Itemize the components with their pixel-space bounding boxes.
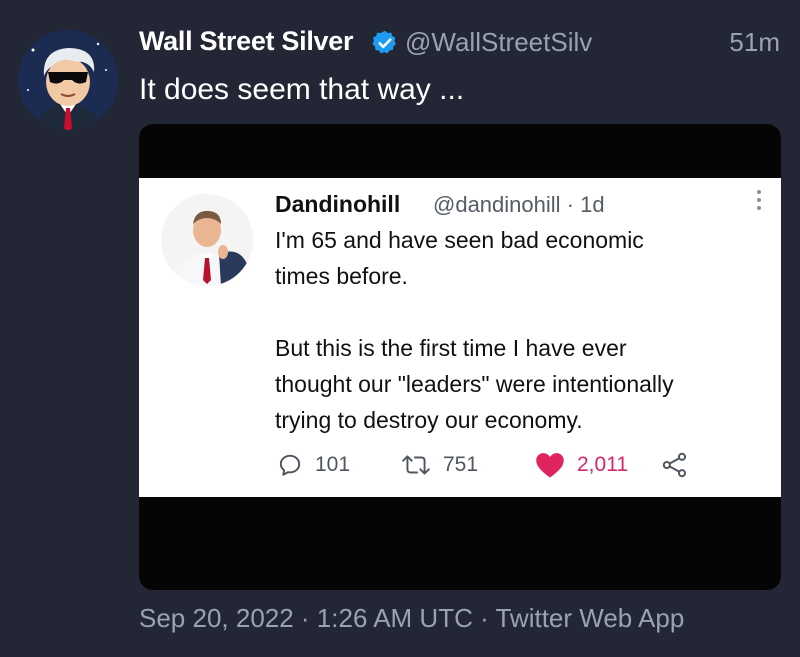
quoted-avatar (161, 194, 253, 286)
quoted-handle-time: @dandinohill · 1d (433, 192, 605, 217)
tweet-date-footer[interactable]: Sep 20, 2022 · 1:26 AM UTC · Twitter Web… (139, 603, 684, 634)
verified-badge-icon (372, 30, 396, 54)
avatar-illustration (18, 30, 118, 130)
like-action: 2,011 (535, 450, 628, 480)
reply-count: 101 (315, 453, 351, 476)
tweet-image[interactable]: Dandinohill @dandinohill · 1d I'm 65 and… (139, 124, 781, 590)
retweet-icon (402, 455, 430, 475)
author-avatar[interactable] (18, 30, 118, 130)
quoted-tweet-screenshot: Dandinohill @dandinohill · 1d I'm 65 and… (139, 178, 781, 497)
quoted-author-name: Dandinohill (275, 191, 401, 217)
quoted-line: times before. (275, 263, 408, 289)
quoted-action-bar: 101 751 2,011 (277, 450, 737, 480)
quoted-line: I'm 65 and have seen bad economic (275, 227, 644, 253)
author-name[interactable]: Wall Street Silver (139, 26, 353, 57)
reply-icon (279, 454, 301, 476)
like-count: 2,011 (577, 453, 628, 476)
tweet-text: It does seem that way ... (139, 73, 465, 106)
heart-icon (536, 453, 564, 478)
tweet-timestamp[interactable]: 51m (729, 27, 780, 58)
quoted-paragraph-2: But this is the first time I have ever t… (275, 330, 674, 438)
share-icon (662, 452, 687, 478)
share-action (661, 450, 689, 480)
quoted-line: trying to destroy our economy. (275, 407, 583, 433)
quoted-line: thought our "leaders" were intentionally (275, 371, 674, 397)
quoted-paragraph-1: I'm 65 and have seen bad economic times … (275, 222, 644, 294)
author-handle[interactable]: @WallStreetSilv (405, 27, 592, 58)
quoted-line: But this is the first time I have ever (275, 335, 627, 361)
retweet-action: 751 (401, 450, 478, 480)
reply-action: 101 (277, 450, 350, 480)
more-options-icon (757, 190, 761, 210)
quoted-avatar-photo (161, 194, 253, 286)
retweet-count: 751 (443, 453, 479, 476)
tweet-header: Wall Street Silver @WallStreetSilv 51m (139, 26, 782, 60)
